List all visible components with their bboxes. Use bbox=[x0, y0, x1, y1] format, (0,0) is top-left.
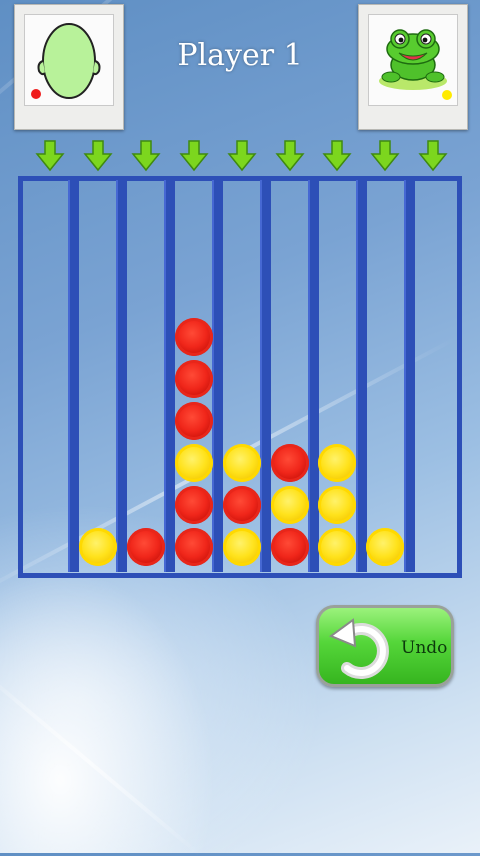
undo-label: Undo bbox=[401, 638, 448, 658]
yellow-disc bbox=[222, 444, 261, 482]
yellow-disc bbox=[78, 528, 117, 566]
undo-button[interactable]: Undo bbox=[316, 605, 454, 687]
drop-arrow-icon[interactable] bbox=[274, 140, 305, 172]
board-rod bbox=[260, 180, 272, 572]
red-disc bbox=[174, 360, 213, 398]
undo-arrow-icon bbox=[328, 618, 389, 679]
board-rod bbox=[403, 180, 415, 572]
player2-chip-indicator bbox=[442, 90, 452, 100]
sky-streak bbox=[0, 660, 202, 856]
yellow-disc bbox=[174, 444, 213, 482]
face-outline-icon bbox=[24, 14, 114, 106]
drop-arrow-icon[interactable] bbox=[131, 140, 161, 172]
drop-arrow-icon[interactable] bbox=[35, 140, 65, 172]
player1-portrait bbox=[14, 4, 124, 130]
player1-chip-indicator bbox=[31, 89, 41, 99]
board-rod bbox=[212, 180, 224, 572]
board-rod bbox=[116, 180, 128, 572]
board-rod bbox=[164, 180, 176, 572]
page-title: Player 1 bbox=[177, 38, 303, 73]
red-disc bbox=[126, 528, 165, 566]
board-rod bbox=[355, 180, 367, 572]
red-disc bbox=[270, 528, 309, 566]
drop-arrow-icon[interactable] bbox=[370, 140, 400, 172]
frog-icon bbox=[368, 14, 458, 106]
yellow-disc bbox=[222, 528, 261, 566]
player2-portrait bbox=[358, 4, 468, 130]
yellow-disc bbox=[270, 486, 309, 524]
drop-arrow-icon[interactable] bbox=[83, 140, 113, 172]
board-rod bbox=[307, 180, 319, 572]
drop-arrow-icon[interactable] bbox=[227, 140, 257, 172]
red-disc bbox=[174, 402, 213, 440]
red-disc bbox=[270, 444, 309, 482]
board-rod bbox=[68, 180, 80, 572]
drop-arrow-icon[interactable] bbox=[322, 140, 352, 172]
drop-arrow-icon[interactable] bbox=[179, 140, 209, 172]
drop-arrow-icon[interactable] bbox=[418, 140, 448, 172]
red-disc bbox=[174, 528, 213, 566]
red-disc bbox=[222, 486, 261, 524]
red-disc bbox=[174, 318, 213, 356]
red-disc bbox=[174, 486, 213, 524]
